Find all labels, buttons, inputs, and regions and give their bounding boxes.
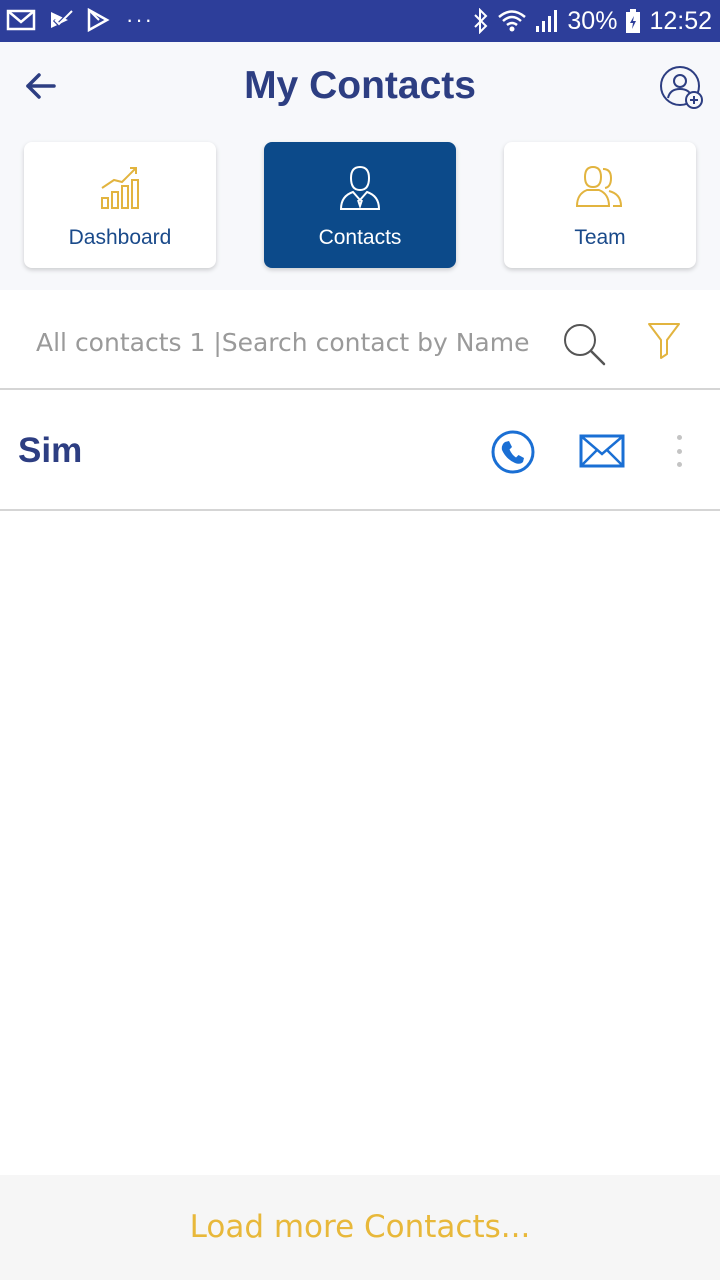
add-user-icon[interactable] bbox=[658, 64, 706, 112]
app-bar: My Contacts bbox=[0, 42, 720, 132]
battery-percent: 30% bbox=[567, 7, 618, 35]
more-notifications-icon: ··· bbox=[126, 7, 154, 32]
dot bbox=[676, 462, 682, 467]
tab-bar: Dashboard Contacts Team bbox=[0, 132, 720, 290]
tab-label: Team bbox=[574, 226, 626, 249]
email-icon[interactable] bbox=[578, 431, 626, 471]
bluetooth-icon bbox=[474, 8, 488, 34]
battery-icon bbox=[626, 9, 641, 33]
search-bar bbox=[0, 290, 720, 390]
gmail-icon bbox=[6, 9, 36, 31]
growth-chart-icon bbox=[101, 167, 139, 209]
tab-label: Contacts bbox=[318, 226, 402, 249]
contact-name: Sim bbox=[18, 431, 83, 470]
tab-label: Dashboard bbox=[68, 226, 172, 249]
system-icons: 30% 12:52 bbox=[473, 6, 712, 36]
phone-icon[interactable] bbox=[490, 429, 536, 475]
clock: 12:52 bbox=[649, 7, 712, 35]
notification-icons: ··· bbox=[6, 8, 154, 32]
load-more-button[interactable]: Load more Contacts... bbox=[0, 1209, 720, 1245]
wifi-icon bbox=[498, 10, 527, 32]
tab-team[interactable]: Team bbox=[504, 142, 696, 268]
filter-icon[interactable] bbox=[646, 320, 682, 360]
tab-dashboard[interactable]: Dashboard bbox=[24, 142, 216, 268]
dot bbox=[676, 448, 682, 454]
search-input[interactable] bbox=[36, 322, 530, 362]
footer: Load more Contacts... bbox=[0, 1175, 720, 1280]
dot bbox=[676, 435, 682, 440]
signal-icon bbox=[536, 10, 558, 32]
play-store-icon bbox=[87, 8, 110, 32]
more-options-icon[interactable] bbox=[668, 431, 690, 471]
team-icon bbox=[575, 165, 623, 207]
status-bar: ··· 30% 12:52 bbox=[0, 0, 720, 42]
page-title: My Contacts bbox=[244, 64, 476, 107]
tab-contacts[interactable]: Contacts bbox=[264, 142, 456, 268]
person-icon bbox=[339, 165, 381, 210]
list-item[interactable]: Sim bbox=[0, 391, 720, 511]
search-icon[interactable] bbox=[560, 320, 610, 370]
task-check-icon bbox=[51, 9, 73, 28]
